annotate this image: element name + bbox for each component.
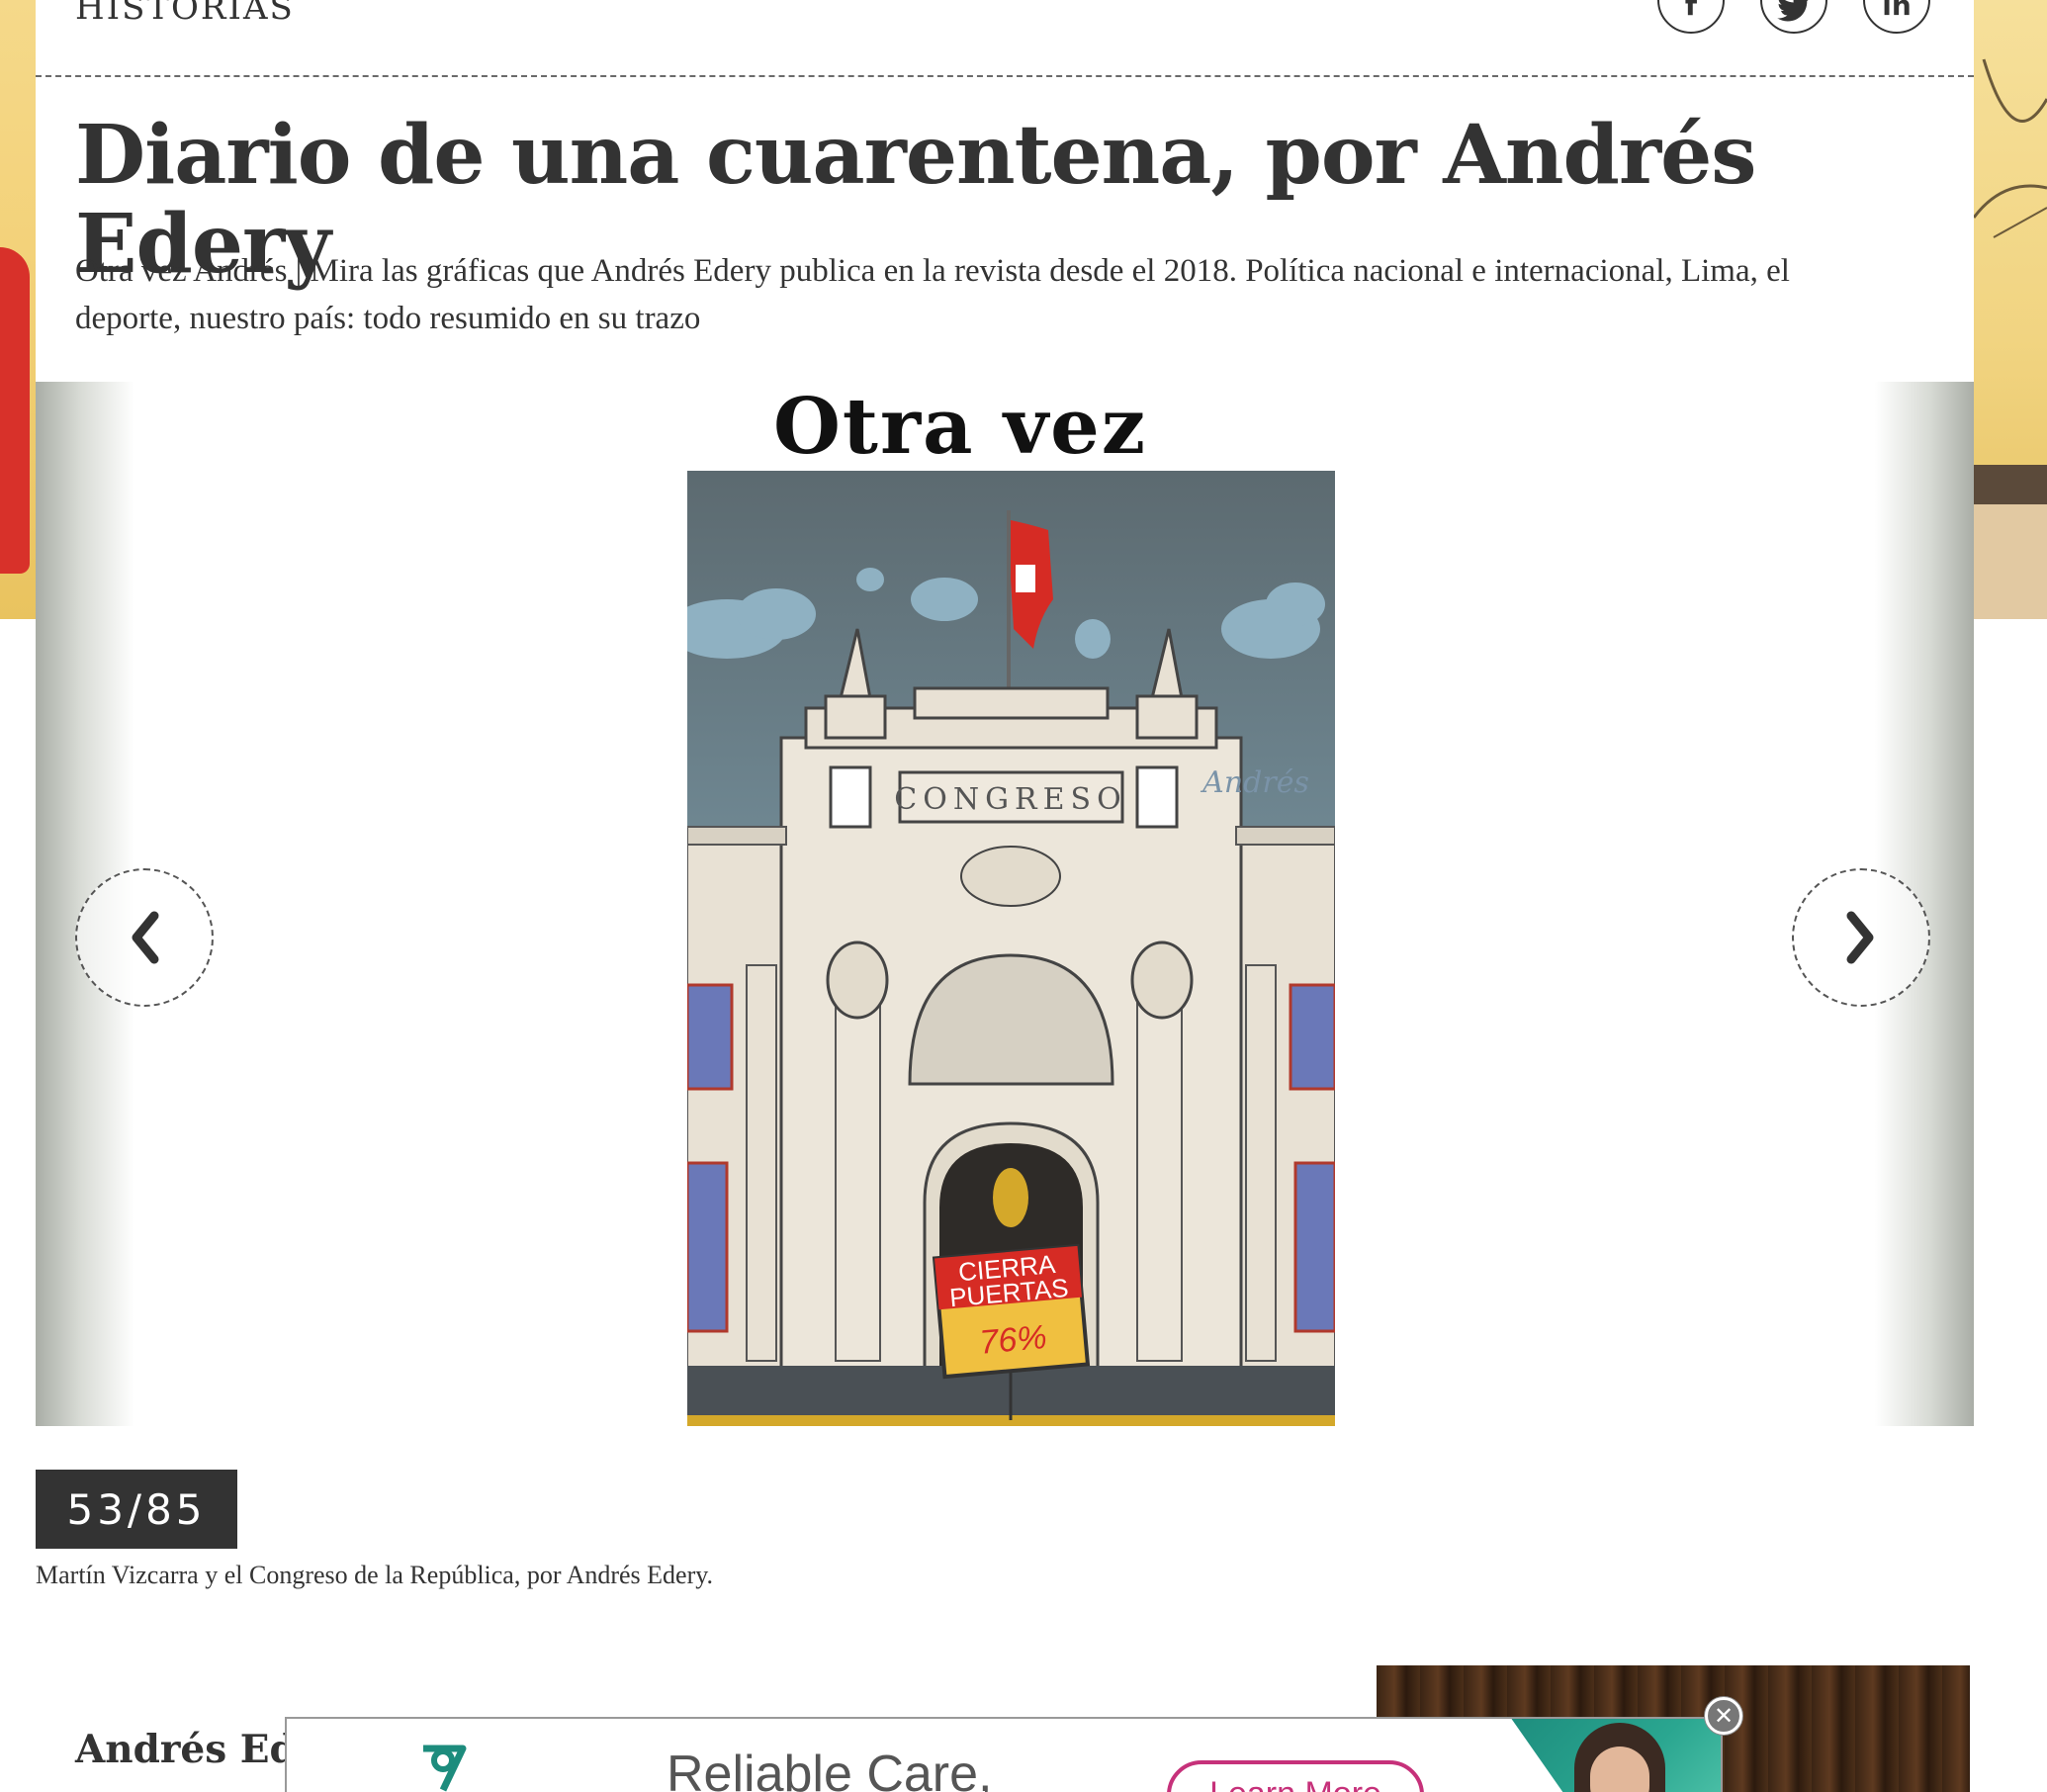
image-gallery: Otra vez Andrés <box>36 382 1974 1426</box>
ad-photo <box>1442 1719 1721 1792</box>
background-decoration-right <box>1974 0 2047 619</box>
background-wood <box>1974 504 2047 619</box>
linkedin-share-button[interactable]: in <box>1863 0 1930 34</box>
gallery-previous-button[interactable] <box>75 868 214 1007</box>
background-decoration-left <box>0 0 36 619</box>
cartoon-image: CONGRESO Andrés CIERRA PUERTAS 76% <box>687 471 1335 1426</box>
chevron-right-icon <box>1846 911 1874 964</box>
cartoon-building-sign: CONGRESO <box>894 782 1126 817</box>
ad-headline: Reliable Care, <box>667 1746 993 1792</box>
background-sketch <box>1974 58 2047 238</box>
article-subtitle: Otra vez Andrés | Mira las gráficas que … <box>75 253 1790 336</box>
bottom-ad-banner[interactable]: Reliable Care, Learn More <box>285 1717 1723 1792</box>
image-caption: Martín Vizcarra y el Congreso de la Repú… <box>36 1561 714 1589</box>
linkedin-icon: in <box>1882 0 1912 22</box>
background-band <box>1974 465 2047 504</box>
gallery-counter: 53/85 <box>36 1470 237 1549</box>
ad-logo-icon <box>423 1745 467 1792</box>
ad-learn-more-button[interactable]: Learn More <box>1167 1760 1424 1792</box>
close-icon[interactable]: ✕ <box>1705 1697 1742 1735</box>
twitter-share-button[interactable] <box>1760 0 1827 34</box>
chevron-left-icon <box>132 911 159 964</box>
twitter-icon <box>1777 0 1809 22</box>
gallery-next-button[interactable] <box>1792 868 1930 1007</box>
facebook-share-button[interactable]: f <box>1657 0 1725 34</box>
ad-person-image <box>1574 1723 1665 1792</box>
article-card: HISTORIAS f in Diario de una cuarentena,… <box>36 0 1974 1792</box>
background-figure <box>0 247 30 574</box>
article-topbar: HISTORIAS f in <box>36 0 1974 77</box>
ad-photo-stripe <box>1442 1719 1574 1792</box>
section-label[interactable]: HISTORIAS <box>75 0 295 28</box>
cartoon-signature: Andrés <box>1200 765 1309 800</box>
facebook-icon: f <box>1684 0 1698 22</box>
cartoon-sign-value: 76% <box>978 1318 1048 1362</box>
